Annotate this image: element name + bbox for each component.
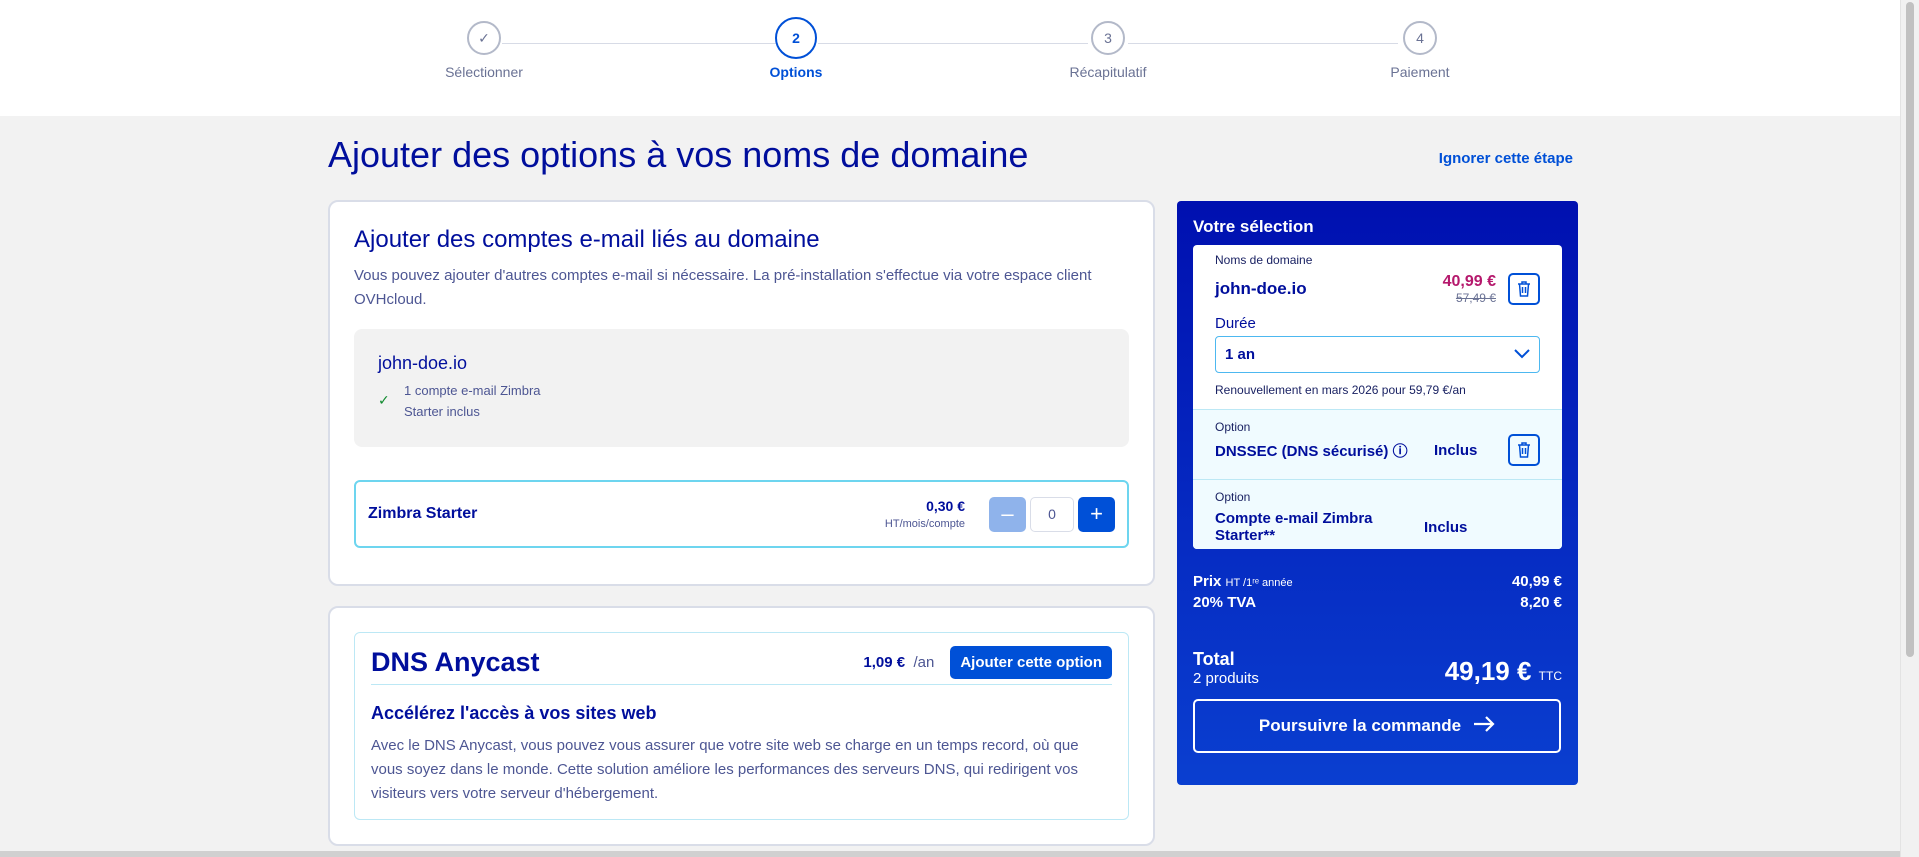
option-name: DNSSEC (DNS sécurisé) <box>1215 442 1389 460</box>
trash-icon[interactable] <box>1508 434 1540 466</box>
option-price: 1,09 € /an <box>863 654 935 671</box>
price-original: 57,49 € <box>1455 291 1496 305</box>
trash-icon[interactable] <box>1508 273 1540 305</box>
zimbra-starter-row: Zimbra Starter 0,30 € HT/mois/compte – 0… <box>354 480 1129 548</box>
step-selectionner[interactable]: ✓ Sélectionner <box>404 21 564 80</box>
selection-summary: Votre sélection Noms de domaine john-doe… <box>1177 201 1578 785</box>
summary-title: Votre sélection <box>1193 217 1314 236</box>
skip-step-link[interactable]: Ignorer cette étape <box>1439 150 1573 167</box>
option-subtitle: Accélérez l'accès à vos sites web <box>371 703 657 723</box>
renewal-note: Renouvellement en mars 2026 pour 59,79 €… <box>1215 383 1466 397</box>
step-label: Récapitulatif <box>1069 64 1147 80</box>
price-value: 40,99 € <box>1511 573 1562 590</box>
selection-box: Noms de domaine john-doe.io 40,99 € 57,4… <box>1193 245 1562 549</box>
step-options: 2 Options <box>716 17 876 80</box>
product-price: 0,30 € HT/mois/compte <box>885 498 965 530</box>
checkout-stepper: ✓ Sélectionner 2 Options 3 Récapitulatif… <box>0 0 1900 116</box>
check-icon: ✓ <box>467 21 501 55</box>
domain-included-box: john-doe.io ✓ 1 compte e-mail Zimbra Sta… <box>354 329 1129 447</box>
option-name: Compte e-mail Zimbra Starter** <box>1215 510 1373 544</box>
price-unit: HT/mois/compte <box>884 518 965 530</box>
option-description: Avec le DNS Anycast, vous pouvez vous as… <box>371 737 1079 802</box>
duration-label: Durée <box>1215 315 1256 332</box>
option-dnssec: Option DNSSEC (DNS sécurisé) ⓘ Inclus <box>1193 409 1562 479</box>
price-current: 40,99 € <box>1442 273 1496 290</box>
continue-order-button[interactable]: Poursuivre la commande <box>1193 699 1561 753</box>
vertical-scrollbar[interactable] <box>1900 0 1919 857</box>
price-value: 0,30 € <box>926 498 965 514</box>
domain-name: john-doe.io <box>378 353 468 373</box>
domain-name: john-doe.io <box>1215 279 1307 298</box>
quantity-stepper: – 0 + <box>989 496 1115 532</box>
step-number: 2 <box>775 17 817 59</box>
included-line: 1 compte e-mail Zimbra <box>404 383 541 398</box>
chevron-down-icon <box>1514 346 1530 363</box>
tax-label: 20% TVA <box>1193 594 1257 611</box>
option-status: Inclus <box>1424 518 1468 536</box>
tax-value: 8,20 € <box>1520 594 1562 611</box>
price-row: Prix HT /1ʳᵉ année 40,99 € <box>1193 573 1562 590</box>
card-title: Ajouter des comptes e-mail liés au domai… <box>354 226 820 253</box>
step-paiement: 4 Paiement <box>1340 21 1500 80</box>
section-label: Noms de domaine <box>1215 253 1313 267</box>
increase-button[interactable]: + <box>1078 496 1115 532</box>
step-label: Sélectionner <box>445 64 523 80</box>
included-line: Starter inclus <box>404 404 480 419</box>
arrow-right-icon <box>1473 715 1495 737</box>
info-icon[interactable]: ⓘ <box>1393 443 1408 460</box>
add-option-button[interactable]: Ajouter cette option <box>950 646 1112 679</box>
total-row: Total 2 produits 49,19 € TTC <box>1193 649 1562 687</box>
bottom-edge <box>0 851 1900 857</box>
total-value: 49,19 € TTC <box>1444 656 1562 686</box>
quantity-input[interactable]: 0 <box>1030 496 1074 532</box>
cta-label: Poursuivre la commande <box>1258 716 1462 735</box>
scrollbar-thumb[interactable] <box>1906 2 1914 657</box>
duration-value: 1 an <box>1225 346 1256 363</box>
page-title: Ajouter des options à vos noms de domain… <box>328 134 1029 175</box>
product-count: 2 produits <box>1193 670 1259 687</box>
step-number: 3 <box>1091 21 1125 55</box>
email-accounts-card: Ajouter des comptes e-mail liés au domai… <box>328 200 1155 586</box>
check-icon: ✓ <box>378 392 390 408</box>
step-label: Paiement <box>1390 64 1450 80</box>
step-recapitulatif: 3 Récapitulatif <box>1028 21 1188 80</box>
card-description: Vous pouvez ajouter d'autres comptes e-m… <box>354 267 1092 308</box>
product-name: Zimbra Starter <box>368 505 478 522</box>
total-label: Total <box>1193 649 1235 669</box>
dns-anycast-card: DNS Anycast 1,09 € /an Ajouter cette opt… <box>328 606 1155 846</box>
option-status: Inclus <box>1434 441 1478 459</box>
duration-select[interactable]: 1 an <box>1215 336 1540 373</box>
section-label: Option <box>1215 490 1251 504</box>
section-label: Option <box>1215 420 1251 434</box>
step-number: 4 <box>1403 21 1437 55</box>
tax-row: 20% TVA 8,20 € <box>1193 594 1562 611</box>
option-title: DNS Anycast <box>371 647 540 677</box>
option-zimbra: Option Compte e-mail Zimbra Starter** In… <box>1193 479 1562 549</box>
step-label: Options <box>769 64 823 80</box>
decrease-button[interactable]: – <box>989 496 1026 532</box>
